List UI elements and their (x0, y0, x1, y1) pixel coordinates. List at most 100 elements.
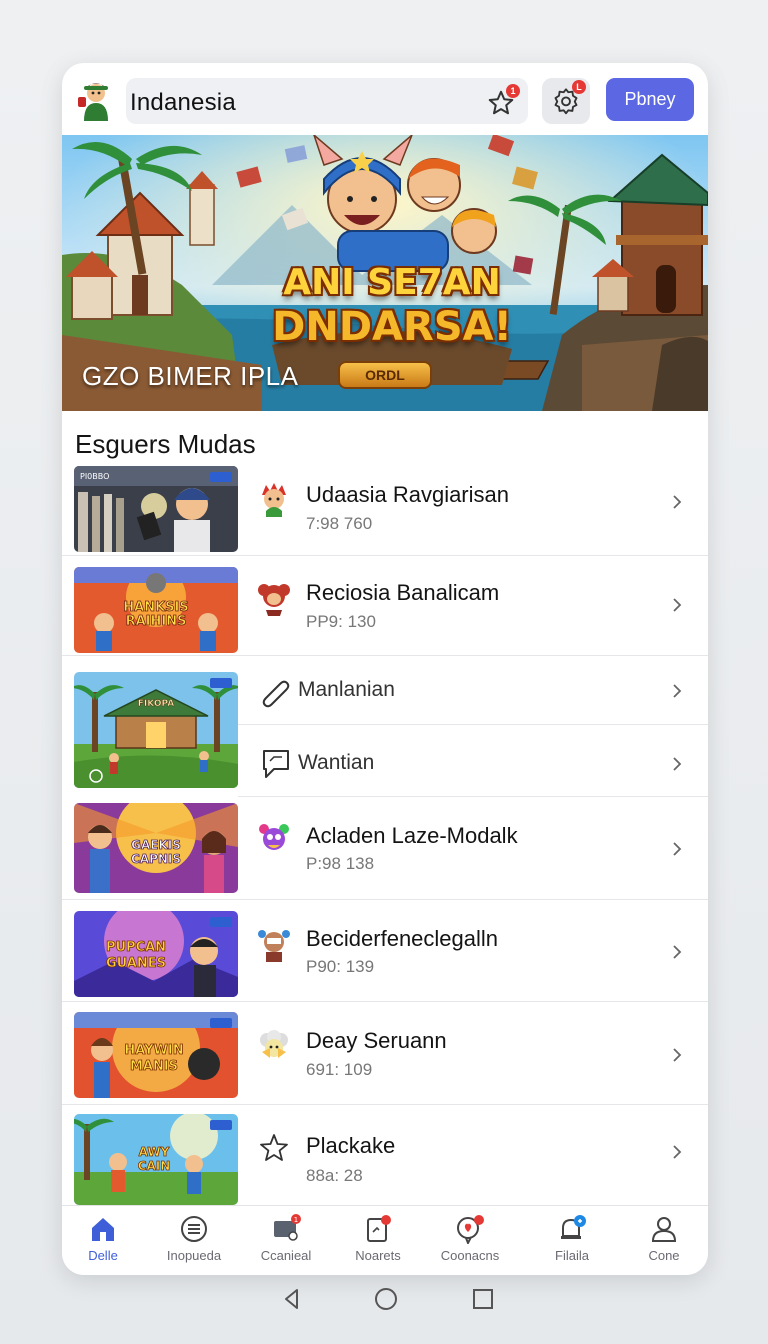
item-title: Plackake (306, 1133, 396, 1158)
item-title: Beciderfeneclegalln (306, 926, 499, 951)
list-item[interactable]: PUPCAN GUANES Beciderfeneclegalln P90: 1… (62, 900, 708, 1002)
item-title: Reciosia Banalicam (306, 580, 500, 605)
nav-label: Inopueda (166, 1248, 222, 1263)
item-title: Deay Seruann (306, 1028, 447, 1053)
nav-item-home[interactable]: Delle (62, 1212, 149, 1272)
favorite-button[interactable]: 1 (486, 84, 520, 118)
banner-title-line1: ANI SE7AN (283, 262, 501, 303)
notification-badge: 1 (506, 84, 520, 98)
chevron-right-icon (673, 598, 682, 612)
robot-character-icon (258, 930, 290, 962)
chat-bubble-icon (263, 750, 289, 778)
list-item[interactable]: Wantian (238, 725, 708, 797)
nav-item-menu[interactable]: Inopueda (148, 1212, 240, 1272)
nav-label: Filaila (555, 1248, 589, 1263)
item-title: Manlanian (298, 678, 395, 701)
search-field[interactable]: Indanesia 1 (126, 78, 528, 124)
menu-circle-icon (181, 1216, 207, 1242)
red-monkey-character-icon (258, 584, 290, 616)
chevron-right-icon (673, 495, 682, 509)
thumbnail-label: CAIN (138, 1159, 171, 1173)
nav-item-profile[interactable]: Cone (618, 1212, 708, 1272)
top-bar: Indanesia 1 L Pbney (62, 63, 708, 135)
system-navigation (0, 1284, 768, 1314)
item-title: Wantian (298, 751, 375, 774)
thumbnail-label: HAYWIN (124, 1043, 183, 1058)
item-subtitle: 88a: 28 (306, 1166, 363, 1185)
nav-item-notes[interactable]: Noarets (332, 1212, 424, 1272)
game-thumbnail: GAEKIS CAPNIS (74, 803, 238, 893)
notes-icon (367, 1215, 391, 1242)
thumbnail-label: GAEKIS (131, 838, 181, 852)
game-thumbnail: PUPCAN GUANES (74, 911, 238, 997)
chevron-right-icon (673, 1048, 682, 1062)
thumbnail-label: GUANES (106, 956, 166, 971)
thumbnail-label: PI0BBO (80, 472, 109, 481)
nav-label: Delle (88, 1248, 118, 1263)
thumbnail-label: CAPNIS (131, 852, 181, 866)
hero-banner[interactable]: ANI SE7AN DNDARSA! GZO BIMER IPLA ORDL (62, 135, 708, 411)
list-item[interactable]: HANKSIS RAIHINS Reciosia Banalicam PP9: … (62, 556, 708, 656)
chevron-right-icon (673, 842, 682, 856)
nav-label: Coonacns (440, 1248, 500, 1263)
list-item[interactable]: Manlanian (238, 656, 708, 725)
primary-action-button[interactable]: Pbney (606, 78, 694, 121)
nav-item-channel[interactable]: 1 Ccanieal (240, 1212, 332, 1272)
person-icon (651, 1217, 677, 1242)
settings-badge: L (572, 80, 586, 94)
app-screen: Indanesia 1 L Pbney ANI SE7AN DNDARSA! G… (62, 63, 708, 1275)
thumbnail-label: RAIHINS (126, 614, 187, 629)
item-title: Acladen Laze-Modalk (306, 823, 518, 848)
thumbnail-label: AWY (139, 1145, 170, 1159)
sheep-character-icon (260, 1030, 288, 1058)
list-item[interactable]: AWY CAIN Plackake 88a: 28 (62, 1105, 708, 1205)
banner-title-line2: DNDARSA! (272, 304, 512, 350)
item-title: Udaasia Ravgiarisan (306, 482, 509, 507)
chevron-right-icon (673, 757, 682, 771)
item-subtitle: P90: 139 (306, 957, 375, 976)
search-input[interactable]: Indanesia (130, 89, 236, 117)
colorful-character-icon (259, 824, 289, 850)
list-item[interactable]: PI0BBO Udaasia Ravgiarisan 7:98 760 (62, 463, 708, 556)
svg-text:1: 1 (294, 1216, 298, 1224)
list-item[interactable]: GAEKIS CAPNIS Acladen Laze-Modalk P:98 1… (62, 797, 708, 900)
nav-item-alerts[interactable]: Filaila (526, 1212, 618, 1272)
item-subtitle: PP9: 130 (306, 612, 376, 631)
thumbnail-label: PUPCAN (106, 940, 166, 955)
game-thumbnail: HANKSIS RAIHINS (74, 567, 238, 653)
bell-icon (561, 1215, 586, 1239)
back-icon[interactable] (279, 1286, 305, 1312)
game-thumbnail: HAYWIN MANIS (74, 1012, 238, 1098)
item-subtitle: P:98 138 (306, 854, 375, 873)
chevron-right-icon (673, 945, 682, 959)
chevron-right-icon (673, 684, 682, 698)
star-icon (260, 1134, 288, 1161)
section-title: Esguers Mudas (75, 429, 256, 459)
item-subtitle: 691: 109 (306, 1060, 373, 1079)
game-thumbnail: AWY CAIN (74, 1114, 238, 1205)
settings-button[interactable]: L (542, 78, 590, 124)
chat-heart-icon (457, 1215, 484, 1244)
chevron-right-icon (673, 1145, 682, 1159)
avatar[interactable] (74, 77, 118, 121)
item-subtitle: 7:98 760 (306, 514, 373, 533)
nav-label: Cone (648, 1248, 680, 1263)
tv-icon: 1 (274, 1214, 301, 1241)
home-icon (92, 1218, 114, 1241)
nav-label: Noarets (355, 1248, 401, 1263)
game-thumbnail: FIKOPA (74, 672, 238, 788)
recents-square-icon[interactable] (470, 1286, 496, 1312)
home-circle-icon[interactable] (373, 1286, 399, 1312)
banner-cta-button[interactable]: ORDL (338, 361, 432, 389)
banner-title: ANI SE7AN DNDARSA! (252, 261, 532, 349)
banner-caption: GZO BIMER IPLA (82, 361, 299, 391)
red-hair-character-icon (262, 483, 286, 517)
thumbnail-label: HANKSIS (123, 600, 188, 615)
thumbnail-label: FIKOPA (138, 699, 174, 709)
game-thumbnail: PI0BBO (74, 466, 238, 552)
thumbnail-label: MANIS (130, 1059, 178, 1074)
paperclip-icon (262, 680, 290, 708)
bottom-navigation: Delle Inopueda 1 Ccanieal Noarets Coonac… (62, 1205, 708, 1275)
nav-item-contacts[interactable]: Coonacns (424, 1212, 516, 1272)
list-item[interactable]: HAYWIN MANIS Deay Seruann 691: 109 (62, 1002, 708, 1105)
